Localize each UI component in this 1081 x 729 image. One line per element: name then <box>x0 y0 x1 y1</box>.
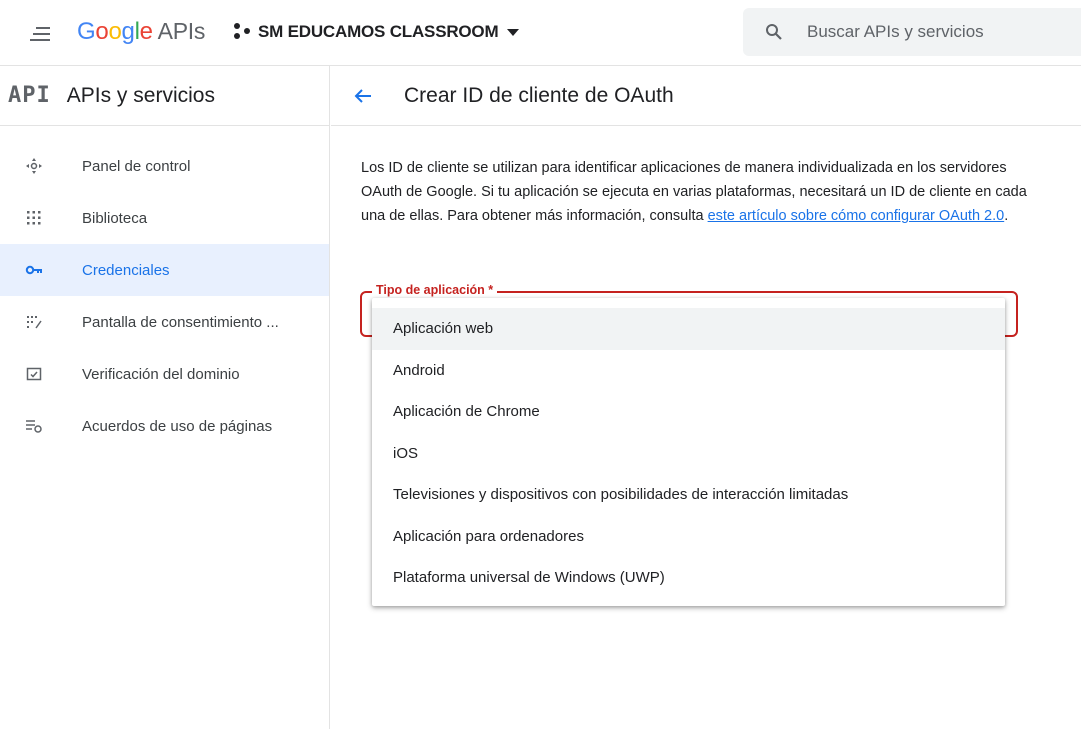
sidebar-item-label: Panel de control <box>82 157 191 175</box>
back-arrow-icon[interactable] <box>353 86 373 106</box>
sidebar-item-verificacion-del-dominio[interactable]: Verificación del dominio <box>0 348 329 400</box>
sidebar-nav: Panel de control Biblioteca Credenciales… <box>0 140 329 452</box>
api-badge-icon: API <box>8 83 51 108</box>
page-title: Crear ID de cliente de OAuth <box>404 83 674 107</box>
project-icon <box>234 23 250 39</box>
option-aplicacion-de-chrome[interactable]: Aplicación de Chrome <box>372 391 1005 433</box>
library-icon <box>27 211 41 225</box>
settings-list-icon <box>26 420 42 433</box>
key-icon <box>25 265 42 275</box>
option-uwp[interactable]: Plataforma universal de Windows (UWP) <box>372 557 1005 599</box>
menu-icon[interactable] <box>30 26 52 42</box>
sidebar-item-credenciales[interactable]: Credenciales <box>0 244 329 296</box>
sidebar-item-label: Credenciales <box>82 261 170 279</box>
sidebar-item-label: Verificación del dominio <box>82 365 240 383</box>
dashboard-icon <box>26 158 42 174</box>
search-icon[interactable] <box>765 23 783 41</box>
description-text: Los ID de cliente se utilizan para ident… <box>361 156 1041 228</box>
sidebar-item-pantalla-de-consentimiento[interactable]: Pantalla de consentimiento ... <box>0 296 329 348</box>
sidebar-title: APIs y servicios <box>66 83 215 107</box>
oauth-help-link[interactable]: este artículo sobre cómo configurar OAut… <box>708 208 1005 224</box>
app-window: GoogleAPIs SM EDUCAMOS CLASSROOM API <box>0 0 1081 729</box>
application-type-dropdown: Aplicación web Android Aplicación de Chr… <box>372 298 1005 606</box>
option-aplicacion-para-ordenadores[interactable]: Aplicación para ordenadores <box>372 516 1005 558</box>
option-televisiones-y-dispositivos[interactable]: Televisiones y dispositivos con posibili… <box>372 474 1005 516</box>
application-type-label: Tipo de aplicación * <box>372 283 498 297</box>
sidebar-item-panel-de-control[interactable]: Panel de control <box>0 140 329 192</box>
consent-icon <box>27 316 42 329</box>
sidebar-item-label: Pantalla de consentimiento ... <box>82 313 279 331</box>
caret-down-icon <box>507 29 520 36</box>
sidebar-header: API APIs y servicios <box>0 66 329 126</box>
sidebar-item-label: Biblioteca <box>82 209 148 227</box>
main-content: Crear ID de cliente de OAuth Los ID de c… <box>331 66 1081 729</box>
option-ios[interactable]: iOS <box>372 433 1005 475</box>
description-period: . <box>1004 208 1009 224</box>
search-input[interactable] <box>807 22 1047 42</box>
project-selector[interactable]: SM EDUCAMOS CLASSROOM <box>232 22 520 42</box>
page-header: Crear ID de cliente de OAuth <box>331 66 1081 126</box>
sidebar-item-acuerdos-de-uso[interactable]: Acuerdos de uso de páginas <box>0 400 329 452</box>
sidebar-item-label: Acuerdos de uso de páginas <box>82 417 273 435</box>
sidebar: API APIs y servicios Panel de control Bi… <box>0 66 330 729</box>
option-android[interactable]: Android <box>372 350 1005 392</box>
option-aplicacion-web[interactable]: Aplicación web <box>372 308 1005 350</box>
search-box[interactable] <box>743 8 1081 56</box>
sidebar-item-biblioteca[interactable]: Biblioteca <box>0 192 329 244</box>
top-bar: Google APIs SM EDUCAMOS CLASSROOM <box>0 0 1081 66</box>
domain-check-icon <box>26 367 42 381</box>
project-name: SM EDUCAMOS CLASSROOM <box>258 22 499 41</box>
google-apis-logo[interactable]: Google APIs <box>77 18 205 46</box>
